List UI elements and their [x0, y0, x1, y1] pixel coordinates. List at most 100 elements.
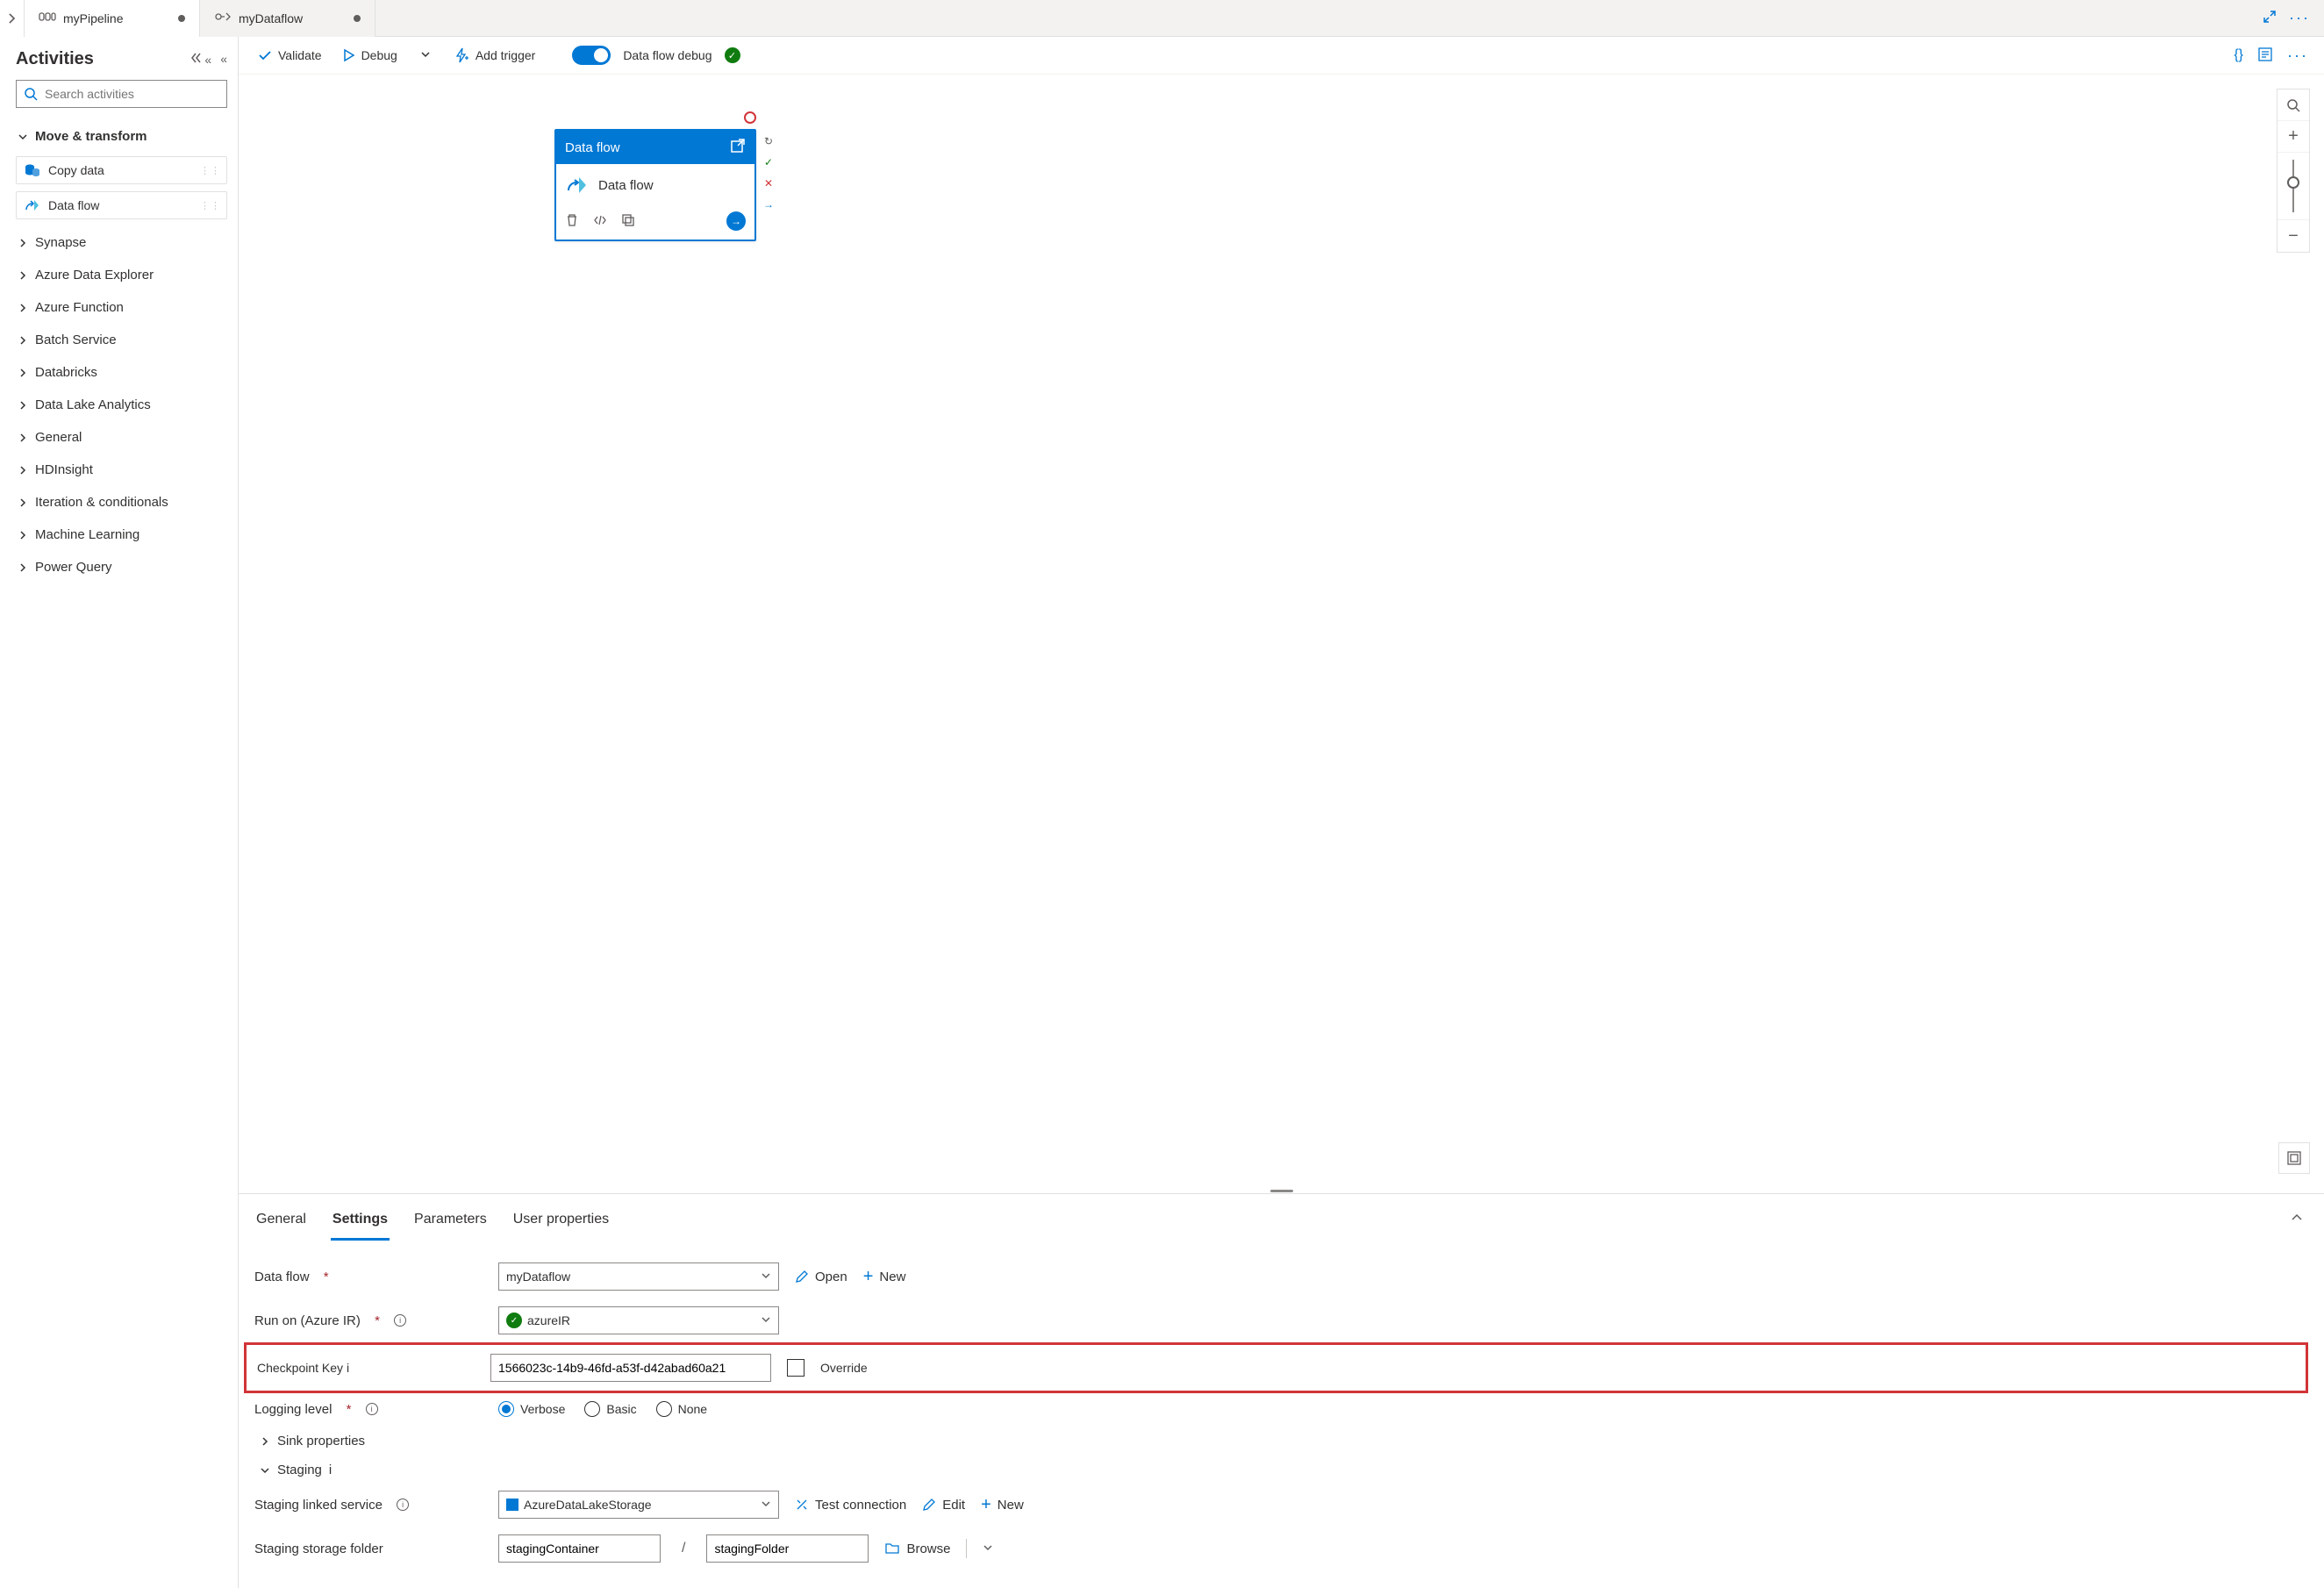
chevron-down-icon — [761, 1498, 771, 1512]
category-item[interactable]: General — [16, 421, 227, 454]
staging-folder-label: Staging storage folder — [254, 1542, 383, 1556]
test-connection-link[interactable]: Test connection — [795, 1498, 906, 1513]
fit-to-screen-icon[interactable] — [2278, 1142, 2310, 1174]
pencil-icon — [795, 1270, 809, 1284]
radio-none[interactable]: None — [656, 1401, 707, 1417]
canvas-search-icon[interactable] — [2278, 89, 2309, 121]
chevron-right-icon — [18, 400, 28, 411]
tab-pipeline[interactable]: myPipeline — [25, 0, 200, 37]
storage-icon — [506, 1499, 518, 1511]
tab-label: myDataflow — [239, 11, 303, 25]
next-arrow-icon[interactable]: → — [726, 211, 746, 231]
staging-service-select[interactable]: AzureDataLakeStorage — [498, 1491, 779, 1519]
category-item[interactable]: Batch Service — [16, 324, 227, 356]
clone-icon[interactable] — [621, 213, 635, 230]
staging-container-input[interactable] — [498, 1534, 661, 1563]
chevron-collapse-icon[interactable]: « — [189, 52, 211, 67]
check-icon — [258, 48, 272, 62]
category-item[interactable]: Synapse — [16, 226, 227, 259]
canvas-tools: + − — [2277, 89, 2310, 253]
logging-field-label: Logging level — [254, 1402, 332, 1417]
info-icon[interactable]: i — [347, 1361, 349, 1375]
checkpoint-highlight: Checkpoint Key i Override — [244, 1342, 2308, 1393]
edit-link[interactable]: Edit — [922, 1498, 965, 1513]
runon-select[interactable]: ✓azureIR — [498, 1306, 779, 1334]
chevron-down-icon — [18, 132, 28, 142]
new-service-link[interactable]: + New — [981, 1495, 1024, 1515]
info-icon[interactable]: i — [366, 1403, 378, 1415]
more-menu-icon[interactable]: ··· — [2289, 9, 2310, 27]
selection-handle-icon[interactable] — [744, 111, 756, 124]
category-move-transform[interactable]: Move & transform — [16, 120, 227, 153]
tab-dataflow[interactable]: myDataflow — [200, 0, 375, 37]
code-icon[interactable] — [593, 213, 607, 230]
info-icon[interactable]: i — [397, 1499, 409, 1511]
debug-dropdown-icon[interactable] — [413, 46, 438, 64]
info-icon[interactable]: i — [394, 1314, 406, 1327]
new-dataflow-link[interactable]: + New — [863, 1267, 906, 1287]
category-item[interactable]: Machine Learning — [16, 519, 227, 551]
category-item[interactable]: HDInsight — [16, 454, 227, 486]
node-ports: ↻ ✓ ✕ → — [762, 134, 776, 211]
maximize-icon[interactable] — [2263, 10, 2277, 26]
sidebar-title: Activities — [16, 49, 94, 69]
search-activities-input[interactable] — [16, 80, 227, 108]
drag-grip-icon: ⋮⋮ — [200, 200, 221, 211]
dataflow-select[interactable]: myDataflow — [498, 1263, 779, 1291]
properties-icon[interactable] — [2257, 46, 2273, 65]
checkpoint-input[interactable] — [490, 1354, 771, 1382]
pipeline-toolbar: Validate Debug Add trigger Data flow deb… — [239, 37, 2324, 75]
port-failure-icon[interactable]: ✕ — [762, 176, 776, 190]
port-skip-icon[interactable]: → — [762, 197, 776, 211]
chevron-right-icon — [18, 465, 28, 476]
tab-label: myPipeline — [63, 11, 123, 25]
zoom-in-icon[interactable]: + — [2278, 121, 2309, 153]
override-checkbox[interactable] — [787, 1359, 804, 1377]
debug-button[interactable]: Debug — [338, 46, 401, 64]
more-icon[interactable]: ··· — [2287, 46, 2308, 65]
add-trigger-button[interactable]: Add trigger — [450, 46, 539, 65]
check-circle-icon: ✓ — [506, 1313, 522, 1328]
staging-folder-input[interactable] — [706, 1534, 869, 1563]
chevron-down-icon — [260, 1465, 270, 1476]
category-item[interactable]: Power Query — [16, 551, 227, 583]
sink-properties-section[interactable]: Sink properties — [254, 1425, 2308, 1454]
open-dataflow-link[interactable]: Open — [795, 1270, 847, 1284]
info-icon[interactable]: i — [329, 1463, 332, 1477]
port-success-icon[interactable]: ✓ — [762, 155, 776, 169]
tab-user-properties[interactable]: User properties — [511, 1206, 611, 1241]
radio-verbose[interactable]: Verbose — [498, 1401, 565, 1417]
zoom-out-icon[interactable]: − — [2278, 220, 2309, 252]
json-icon[interactable]: {} — [2234, 47, 2243, 63]
connection-icon — [795, 1498, 809, 1512]
tab-settings[interactable]: Settings — [331, 1206, 390, 1241]
radio-basic[interactable]: Basic — [584, 1401, 636, 1417]
activity-copy-data[interactable]: Copy data ⋮⋮ — [16, 156, 227, 184]
category-item[interactable]: Iteration & conditionals — [16, 486, 227, 519]
open-external-icon[interactable] — [730, 138, 746, 157]
chevron-right-icon — [18, 562, 28, 573]
lightning-icon — [454, 47, 469, 63]
dataflow-activity-node[interactable]: Data flow Data flow → — [554, 129, 756, 241]
tab-general[interactable]: General — [254, 1206, 308, 1241]
properties-panel: General Settings Parameters User propert… — [239, 1193, 2324, 1588]
toggle-label: Data flow debug — [623, 48, 712, 62]
tab-parameters[interactable]: Parameters — [412, 1206, 489, 1241]
browse-dropdown-icon[interactable] — [983, 1542, 993, 1556]
category-item[interactable]: Azure Function — [16, 291, 227, 324]
category-item[interactable]: Data Lake Analytics — [16, 389, 227, 421]
port-retry-icon[interactable]: ↻ — [762, 134, 776, 148]
pipeline-canvas[interactable]: Data flow Data flow → ↻ ✓ ✕ → — [239, 75, 2324, 1188]
activity-data-flow[interactable]: Data flow ⋮⋮ — [16, 191, 227, 219]
browse-link[interactable]: Browse — [884, 1542, 950, 1556]
validate-button[interactable]: Validate — [254, 46, 325, 64]
expand-panel-icon[interactable] — [0, 0, 25, 37]
collapse-panel-icon[interactable] — [2285, 1206, 2308, 1241]
category-item[interactable]: Databricks — [16, 356, 227, 389]
delete-icon[interactable] — [565, 213, 579, 230]
staging-section[interactable]: Staging i — [254, 1454, 2308, 1483]
category-item[interactable]: Azure Data Explorer — [16, 259, 227, 291]
collapse-sidebar-icon[interactable]: « — [220, 52, 227, 67]
data-flow-debug-toggle[interactable] — [572, 46, 611, 65]
zoom-slider[interactable] — [2278, 153, 2309, 220]
